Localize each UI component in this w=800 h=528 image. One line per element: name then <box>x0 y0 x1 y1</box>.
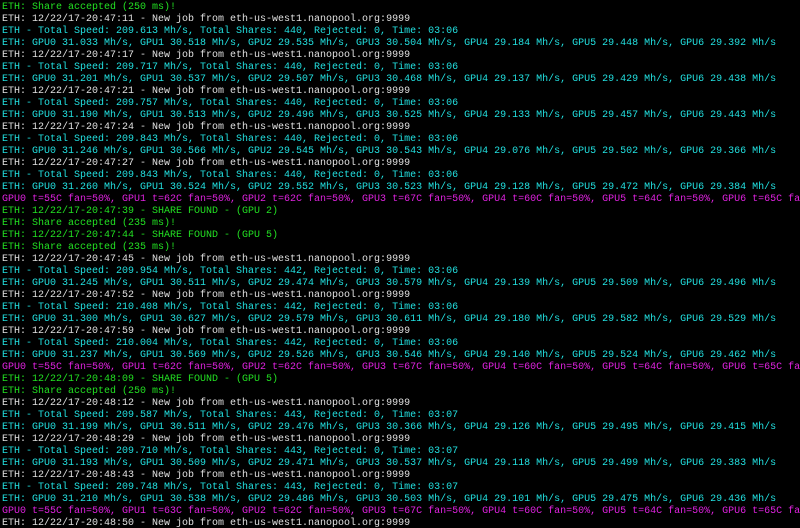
log-line: ETH: 12/22/17-20:48:43 - New job from et… <box>2 470 798 482</box>
log-line: ETH: 12/22/17-20:47:27 - New job from et… <box>2 158 798 170</box>
log-line: ETH - Total Speed: 209.843 Mh/s, Total S… <box>2 134 798 146</box>
log-line: GPU0 t=55C fan=50%, GPU1 t=63C fan=50%, … <box>2 506 798 518</box>
terminal-output: ETH: Share accepted (250 ms)!ETH: 12/22/… <box>0 0 800 528</box>
log-line: ETH: GPU0 31.300 Mh/s, GPU1 30.627 Mh/s,… <box>2 314 798 326</box>
log-line: GPU0 t=55C fan=50%, GPU1 t=62C fan=50%, … <box>2 194 798 206</box>
log-line: ETH: 12/22/17-20:48:29 - New job from et… <box>2 434 798 446</box>
log-line: ETH: Share accepted (250 ms)! <box>2 2 798 14</box>
log-line: ETH: 12/22/17-20:47:44 - SHARE FOUND - (… <box>2 230 798 242</box>
log-line: ETH: GPU0 31.260 Mh/s, GPU1 30.524 Mh/s,… <box>2 182 798 194</box>
log-line: ETH: GPU0 31.193 Mh/s, GPU1 30.509 Mh/s,… <box>2 458 798 470</box>
log-line: ETH: 12/22/17-20:48:09 - SHARE FOUND - (… <box>2 374 798 386</box>
log-line: ETH - Total Speed: 210.004 Mh/s, Total S… <box>2 338 798 350</box>
log-line: ETH - Total Speed: 209.757 Mh/s, Total S… <box>2 98 798 110</box>
log-line: ETH - Total Speed: 209.954 Mh/s, Total S… <box>2 266 798 278</box>
log-line: ETH: 12/22/17-20:48:12 - New job from et… <box>2 398 798 410</box>
log-line: ETH - Total Speed: 209.843 Mh/s, Total S… <box>2 170 798 182</box>
log-line: ETH: GPU0 31.245 Mh/s, GPU1 30.511 Mh/s,… <box>2 278 798 290</box>
log-line: ETH - Total Speed: 209.717 Mh/s, Total S… <box>2 62 798 74</box>
log-line: ETH - Total Speed: 209.748 Mh/s, Total S… <box>2 482 798 494</box>
log-line: ETH: Share accepted (235 ms)! <box>2 242 798 254</box>
log-line: ETH: 12/22/17-20:47:11 - New job from et… <box>2 14 798 26</box>
log-line: ETH: 12/22/17-20:47:24 - New job from et… <box>2 122 798 134</box>
log-line: ETH: GPU0 31.201 Mh/s, GPU1 30.537 Mh/s,… <box>2 74 798 86</box>
log-line: ETH - Total Speed: 209.587 Mh/s, Total S… <box>2 410 798 422</box>
log-line: ETH: 12/22/17-20:47:45 - New job from et… <box>2 254 798 266</box>
log-line: ETH: 12/22/17-20:47:17 - New job from et… <box>2 50 798 62</box>
log-line: ETH: GPU0 31.033 Mh/s, GPU1 30.518 Mh/s,… <box>2 38 798 50</box>
log-line: ETH - Total Speed: 209.710 Mh/s, Total S… <box>2 446 798 458</box>
log-line: ETH: 12/22/17-20:47:52 - New job from et… <box>2 290 798 302</box>
log-line: ETH: 12/22/17-20:48:50 - New job from et… <box>2 518 798 528</box>
log-line: ETH: GPU0 31.246 Mh/s, GPU1 30.566 Mh/s,… <box>2 146 798 158</box>
log-line: ETH: 12/22/17-20:47:21 - New job from et… <box>2 86 798 98</box>
log-line: ETH: GPU0 31.237 Mh/s, GPU1 30.569 Mh/s,… <box>2 350 798 362</box>
log-line: ETH: GPU0 31.210 Mh/s, GPU1 30.538 Mh/s,… <box>2 494 798 506</box>
log-line: ETH: GPU0 31.199 Mh/s, GPU1 30.511 Mh/s,… <box>2 422 798 434</box>
log-line: ETH: GPU0 31.190 Mh/s, GPU1 30.513 Mh/s,… <box>2 110 798 122</box>
log-line: ETH: 12/22/17-20:47:39 - SHARE FOUND - (… <box>2 206 798 218</box>
log-line: ETH: 12/22/17-20:47:59 - New job from et… <box>2 326 798 338</box>
log-line: ETH - Total Speed: 209.613 Mh/s, Total S… <box>2 26 798 38</box>
log-line: ETH: Share accepted (235 ms)! <box>2 218 798 230</box>
log-line: ETH: Share accepted (250 ms)! <box>2 386 798 398</box>
log-line: ETH - Total Speed: 210.408 Mh/s, Total S… <box>2 302 798 314</box>
log-line: GPU0 t=55C fan=50%, GPU1 t=62C fan=50%, … <box>2 362 798 374</box>
